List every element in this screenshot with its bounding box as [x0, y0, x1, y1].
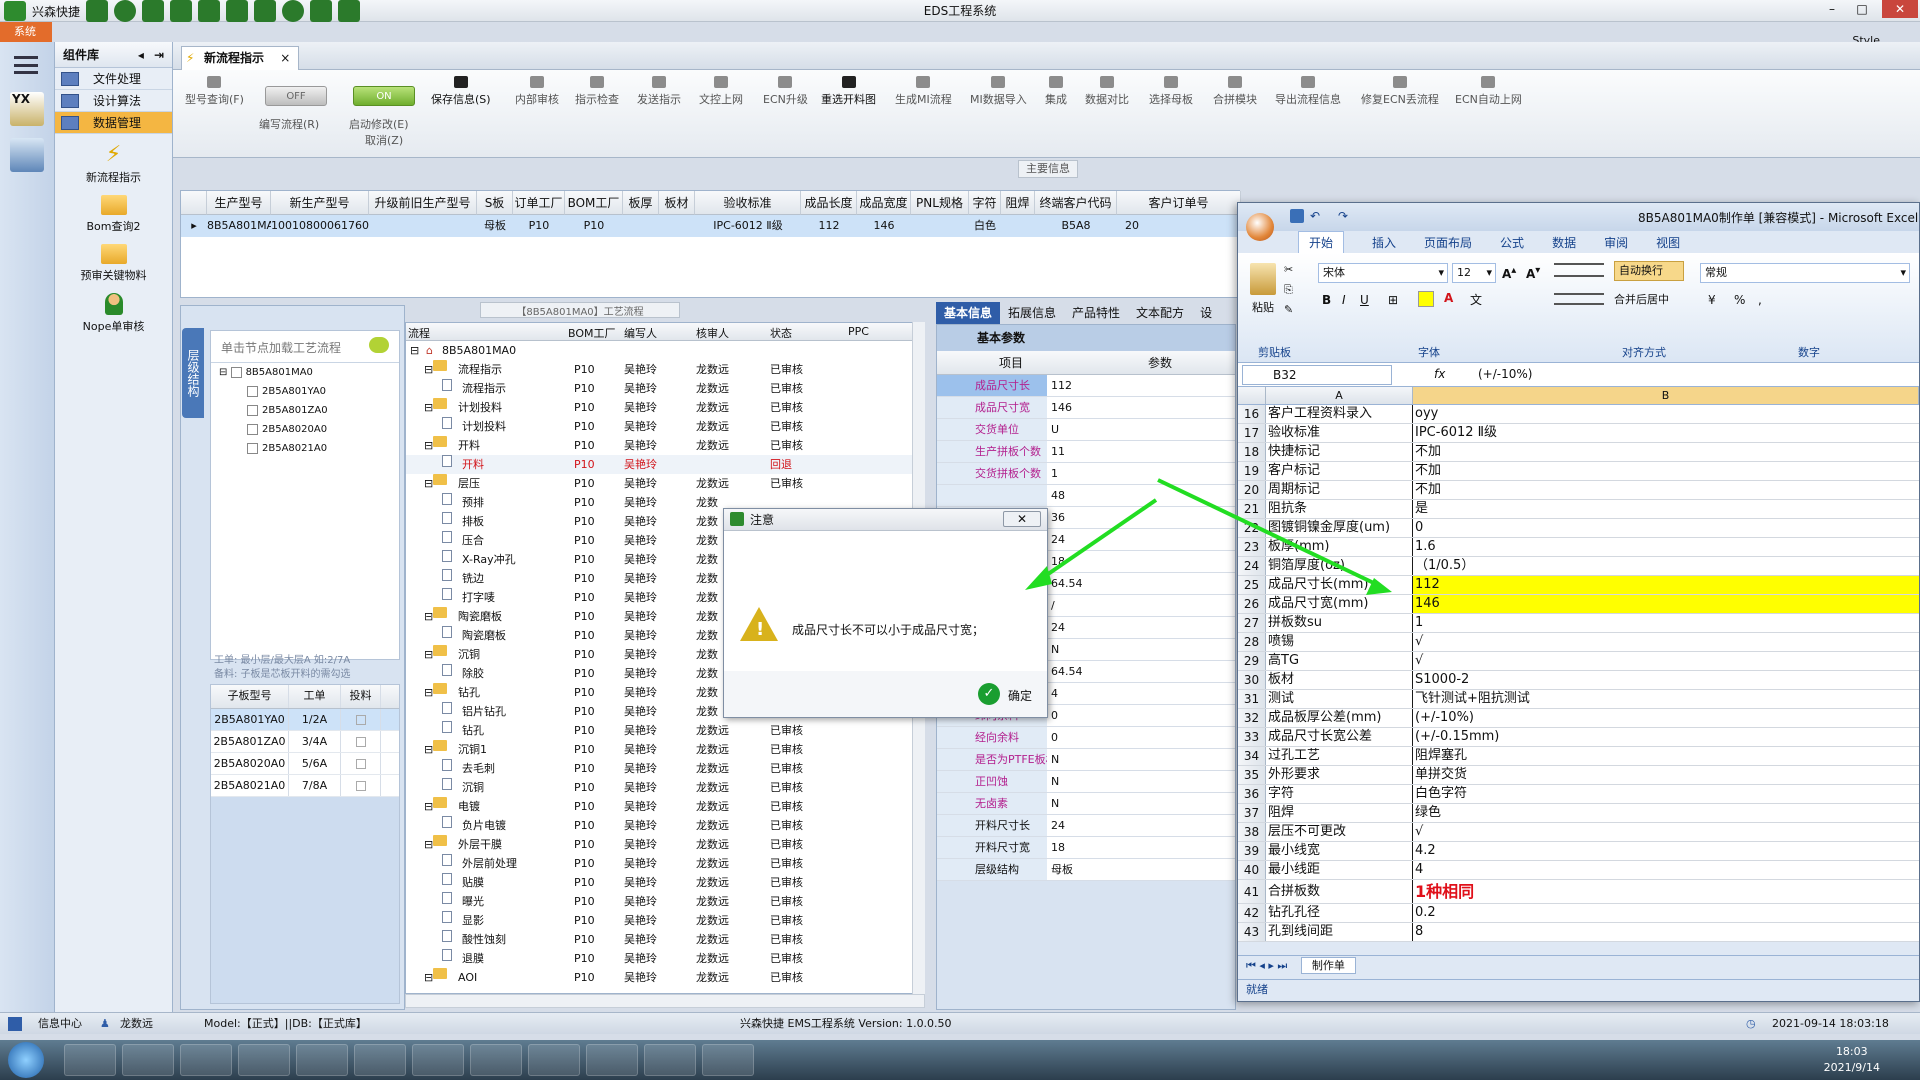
taskbar-telegram-icon[interactable] [470, 1044, 522, 1076]
taskbar-g-icon[interactable] [238, 1044, 290, 1076]
taskbar-excel-icon[interactable] [412, 1044, 464, 1076]
taskbar-notepad-icon[interactable] [122, 1044, 174, 1076]
clock-time: 18:03 [1835, 1045, 1868, 1058]
taskbar-eye-icon[interactable] [586, 1044, 638, 1076]
system-clock[interactable]: 18:03 2021/9/14 [1824, 1044, 1880, 1076]
taskbar-save-icon[interactable] [180, 1044, 232, 1076]
taskbar-p-icon[interactable] [296, 1044, 348, 1076]
version-info: 兴森快捷 EMS工程系统 Version: 1.0.0.50 [740, 1017, 952, 1030]
start-button-icon[interactable] [8, 1042, 44, 1078]
status-datetime: 2021-09-14 18:03:18 [1772, 1017, 1889, 1030]
taskbar: 18:03 2021/9/14 [0, 1040, 1920, 1080]
clock-icon: ◷ [1746, 1017, 1756, 1030]
arrowhead-icon [1025, 566, 1052, 590]
info-center[interactable]: 信息中心 [38, 1013, 82, 1035]
taskbar-x-icon[interactable] [644, 1044, 696, 1076]
model-db-info: Model:【正式】||DB:【正式库】 [204, 1017, 367, 1030]
arrow-to-excel [1157, 478, 1381, 588]
arrow-to-dialog [1033, 498, 1158, 585]
taskbar-shell-icon[interactable] [64, 1044, 116, 1076]
taskbar-tablet-icon[interactable] [528, 1044, 580, 1076]
taskbar-word-icon[interactable] [354, 1044, 406, 1076]
current-user: 龙数远 [120, 1017, 153, 1030]
user-icon: ♟ [100, 1017, 110, 1030]
annotation-arrows [1025, 478, 1392, 595]
grid-icon [8, 1017, 22, 1031]
clock-date: 2021/9/14 [1823, 1061, 1880, 1074]
status-bar: 信息中心 ♟ 龙数远 Model:【正式】||DB:【正式库】 兴森快捷 EMS… [0, 1012, 1920, 1034]
taskbar-app-icon[interactable] [702, 1044, 754, 1076]
